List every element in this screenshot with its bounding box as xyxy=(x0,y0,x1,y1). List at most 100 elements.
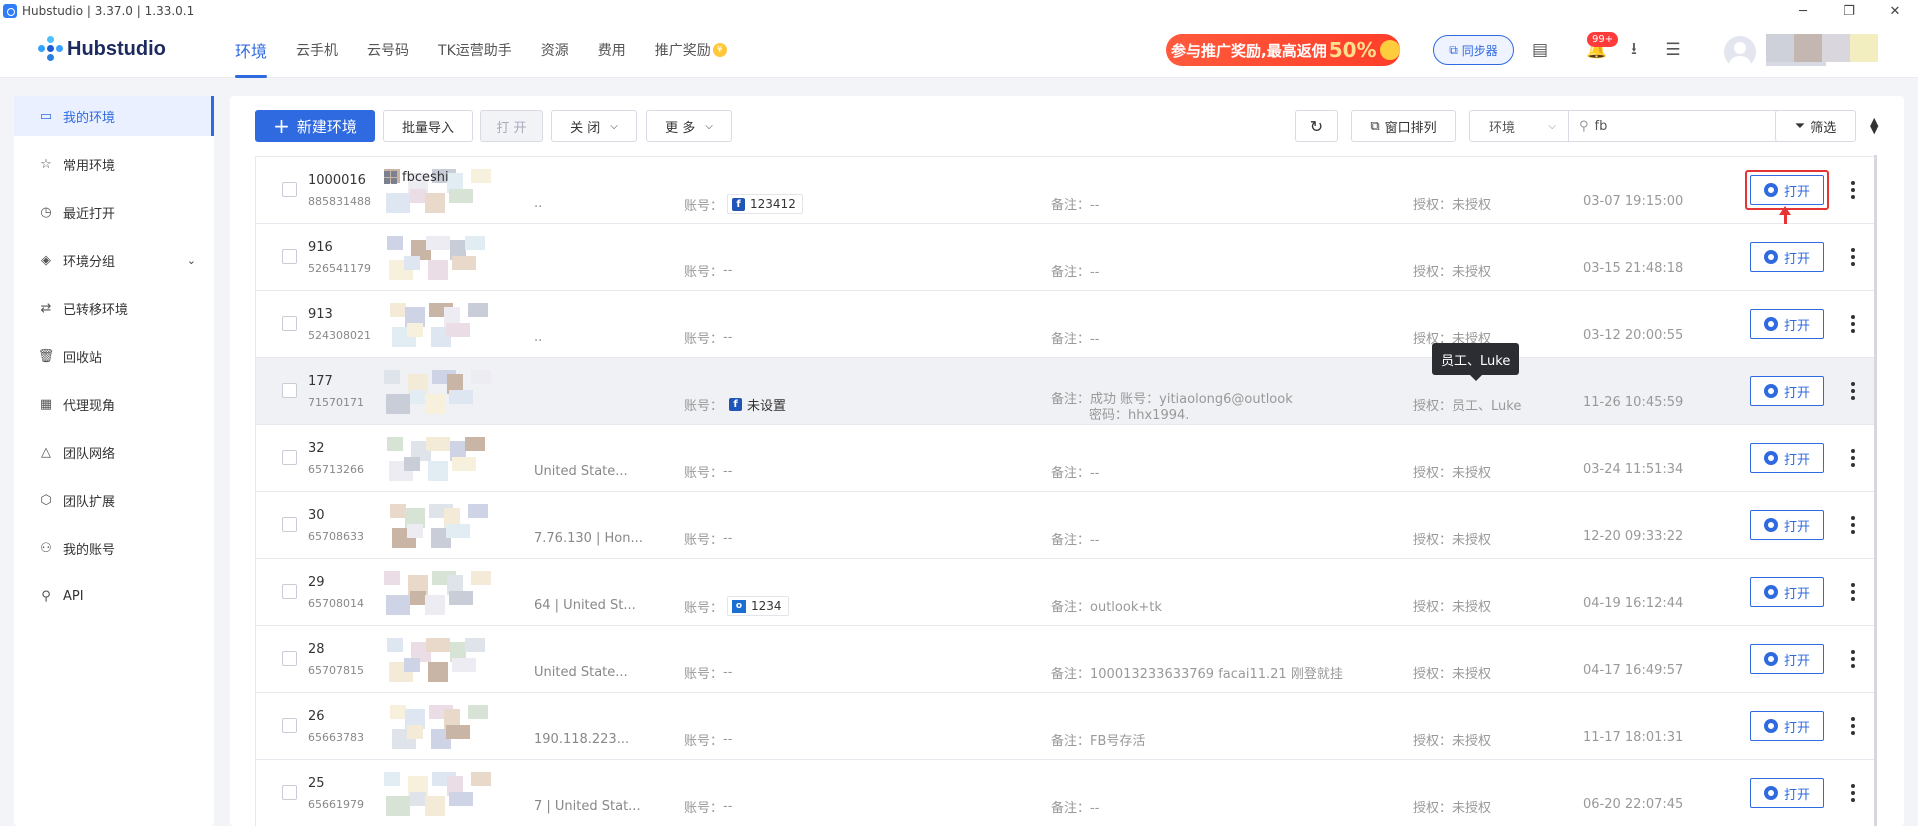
promo-banner[interactable]: 参与推广奖励,最高返佣 50% xyxy=(1166,34,1400,66)
row-checkbox[interactable] xyxy=(282,316,297,331)
table-row[interactable]: 32 65713266 United State... 账号： -- 备注：-- 授权：未授… xyxy=(256,425,1874,492)
more-options-icon[interactable] xyxy=(1851,784,1855,805)
new-env-button[interactable]: + 新建环境 xyxy=(255,110,375,142)
note-cell: 备注：FB号存活 xyxy=(1051,730,1145,749)
refresh-button[interactable]: ↻ xyxy=(1295,110,1338,142)
table-row[interactable]: 28 65707815 United State... 账号： -- 备注：1000132… xyxy=(256,626,1874,693)
more-options-icon[interactable] xyxy=(1851,248,1855,269)
nav-cloud-number[interactable]: 云号码 xyxy=(367,22,409,78)
table-row[interactable]: 177 71570171 账号： f 未设置 备注：成功 账号：yitiaolong6@o… xyxy=(256,358,1874,425)
more-options-icon[interactable] xyxy=(1851,650,1855,671)
note-label: 备注： xyxy=(1051,265,1091,280)
sidebar-item-env-group[interactable]: ◈ 环境分组 ⌄ xyxy=(14,240,214,280)
row-checkbox[interactable] xyxy=(282,785,297,800)
open-env-button[interactable]: 打开 xyxy=(1750,510,1824,540)
minimize-button[interactable]: ─ xyxy=(1780,0,1826,22)
nav-billing[interactable]: 费用 xyxy=(598,22,626,78)
ip-location: .. xyxy=(534,330,543,345)
sidebar-item-api[interactable]: ⚲ API xyxy=(14,576,214,616)
nav-tk-assistant[interactable]: TK运营助手 xyxy=(438,22,512,78)
sidebar-item-team-extension[interactable]: ⬡ 团队扩展 xyxy=(14,480,214,520)
open-button[interactable]: 打 开 xyxy=(480,110,543,142)
auth-cell: 授权：未授权 xyxy=(1413,663,1491,682)
open-env-button[interactable]: 打开 xyxy=(1750,644,1824,674)
more-options-icon[interactable] xyxy=(1851,717,1855,738)
sidebar-item-team-network[interactable]: △ 团队网络 xyxy=(14,432,214,472)
table-row[interactable]: 25 65661979 7 | United Stat... 账号： -- 备注：-- 授权… xyxy=(256,760,1874,826)
avatar[interactable] xyxy=(1724,36,1756,68)
scrollbar[interactable] xyxy=(1874,155,1877,826)
maximize-button[interactable]: ❐ xyxy=(1826,0,1872,22)
window-sync-icon[interactable]: ▤ xyxy=(1527,38,1553,62)
table-row[interactable]: 26 65663783 190.118.223... 账号： -- 备注：FB号存活 授权：… xyxy=(256,693,1874,760)
table-row[interactable]: 30 65708633 7.76.130 | Hon... 账号： -- 备注：-- 授权：… xyxy=(256,492,1874,559)
auth-value: 未授权 xyxy=(1452,600,1492,615)
env-number: 29 xyxy=(308,575,325,590)
table-row[interactable]: 916 526541179 账号： -- 备注：-- 授权：未授权 03-15 21:48:… xyxy=(256,224,1874,291)
table-row[interactable]: 1000016 885831488 fbceshi.. 账号： f 123412 备注：--… xyxy=(256,157,1874,244)
open-env-button[interactable]: 打开 xyxy=(1750,577,1824,607)
search-field: ⚲ xyxy=(1569,111,1795,141)
account-tag[interactable]: o 1234 xyxy=(727,596,789,616)
row-checkbox[interactable] xyxy=(282,651,297,666)
batch-import-button[interactable]: 批量导入 xyxy=(383,110,473,142)
sidebar-item-transferred[interactable]: ⇄ 已转移环境 xyxy=(14,288,214,328)
row-checkbox[interactable] xyxy=(282,249,297,264)
row-checkbox[interactable] xyxy=(282,718,297,733)
download-icon[interactable]: ⭳ xyxy=(1621,38,1647,62)
search-scope-select[interactable]: 环境 ⌵ xyxy=(1470,111,1569,141)
sync-button[interactable]: ⧉ 同步器 xyxy=(1433,35,1514,65)
nav-resources[interactable]: 资源 xyxy=(541,22,569,78)
row-checkbox[interactable] xyxy=(282,182,297,197)
sidebar-item-my-env[interactable]: ▭ 我的环境 xyxy=(14,96,214,136)
row-checkbox[interactable] xyxy=(282,450,297,465)
env-number: 25 xyxy=(308,776,325,791)
sidebar-item-my-account[interactable]: ⚇ 我的账号 xyxy=(14,528,214,568)
open-env-button[interactable]: 打开 xyxy=(1750,309,1824,339)
open-env-button[interactable]: 打开 xyxy=(1750,443,1824,473)
task-list-icon[interactable]: ☰ xyxy=(1660,38,1686,62)
more-options-icon[interactable] xyxy=(1851,583,1855,604)
close-window-button[interactable]: ✕ xyxy=(1872,0,1918,22)
nav-cloud-phone[interactable]: 云手机 xyxy=(296,22,338,78)
env-number: 30 xyxy=(308,508,325,523)
more-options-icon[interactable] xyxy=(1851,382,1855,403)
open-env-button[interactable]: 打开 xyxy=(1750,778,1824,808)
api-icon: ⚲ xyxy=(41,588,51,604)
filter-button[interactable]: ⏷ 筛选 xyxy=(1775,110,1856,142)
window-arrange-button[interactable]: ⧉ 窗口排列 xyxy=(1351,110,1456,142)
chrome-icon xyxy=(1763,585,1778,599)
sidebar-item-proxy[interactable]: ▦ 代理现角 xyxy=(14,384,214,424)
sidebar-item-recycle-bin[interactable]: 🗑 回收站 xyxy=(14,336,214,376)
search-input[interactable] xyxy=(1594,118,1775,134)
table-row[interactable]: 29 65708014 64 | United St... 账号： o 1234 备注：ou… xyxy=(256,559,1874,626)
new-env-label: 新建环境 xyxy=(296,117,357,136)
nav-environment[interactable]: 环境 xyxy=(235,22,268,78)
auth-value: 未授权 xyxy=(1452,533,1492,548)
row-checkbox[interactable] xyxy=(282,383,297,398)
sidebar-item-recent[interactable]: ◷ 最近打开 xyxy=(14,192,214,232)
sort-icon[interactable]: ▲ ▼ xyxy=(1870,116,1878,135)
brand-logo[interactable]: Hubstudio xyxy=(38,36,166,62)
open-env-button[interactable]: 打开 xyxy=(1750,711,1824,741)
plus-icon: + xyxy=(273,114,290,138)
open-env-button[interactable]: 打开 xyxy=(1750,242,1824,272)
more-label: 更 多 xyxy=(665,120,696,136)
user-info-blurred[interactable] xyxy=(1766,34,1878,62)
more-options-icon[interactable] xyxy=(1851,315,1855,336)
more-options-icon[interactable] xyxy=(1851,516,1855,537)
table-row[interactable]: 913 524308021.. 账号： -- 备注：-- 授权：未授权 03-12 20:0… xyxy=(256,291,1874,358)
close-dropdown-button[interactable]: 关 闭 ⌵ xyxy=(551,110,637,142)
nav-referral[interactable]: 推广奖励 ¥ xyxy=(655,22,727,78)
network-icon: △ xyxy=(41,444,51,460)
row-checkbox[interactable] xyxy=(282,584,297,599)
row-checkbox[interactable] xyxy=(282,517,297,532)
more-dropdown-button[interactable]: 更 多 ⌵ xyxy=(646,110,732,142)
open-env-button[interactable]: 打开 xyxy=(1750,376,1824,406)
account-tag[interactable]: f 123412 xyxy=(727,194,803,214)
account-value: 1234 xyxy=(751,599,782,613)
note-cell: 备注：-- xyxy=(1051,194,1099,213)
more-options-icon[interactable] xyxy=(1851,181,1855,202)
more-options-icon[interactable] xyxy=(1851,449,1855,470)
sidebar-item-favorite-env[interactable]: ☆ 常用环境 xyxy=(14,144,214,184)
